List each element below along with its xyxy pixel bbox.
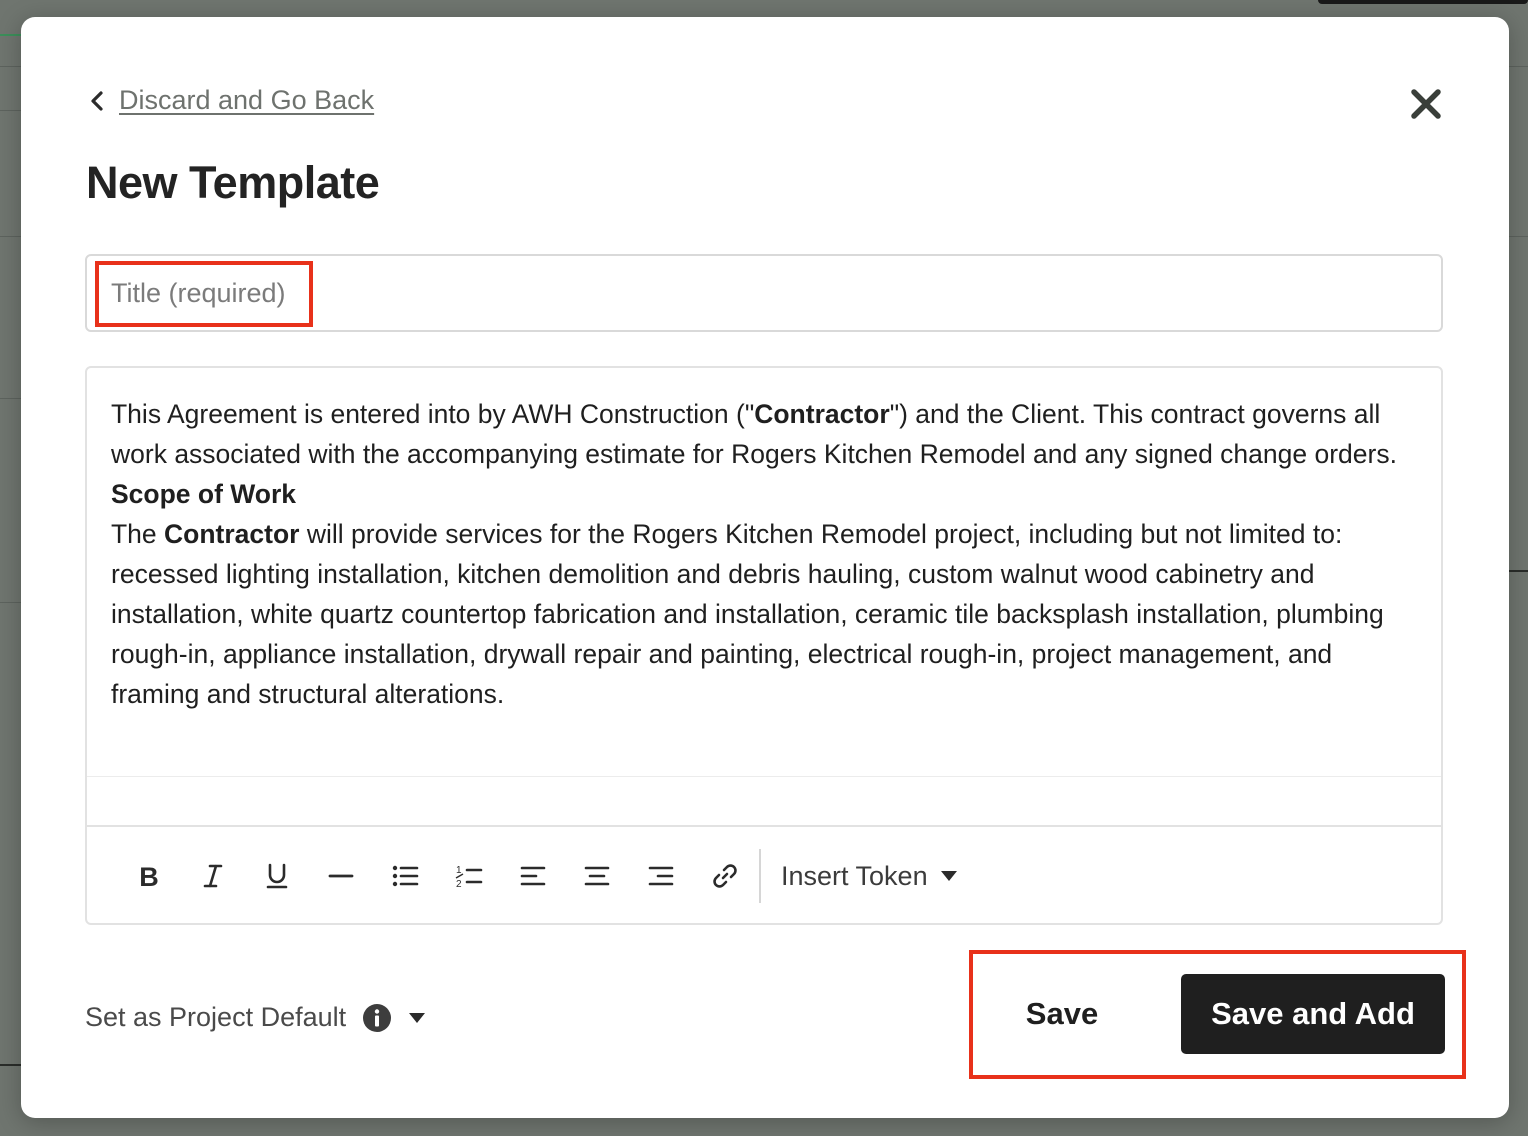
svg-text:B: B bbox=[139, 862, 159, 890]
background-divider bbox=[0, 602, 21, 603]
horizontal-rule-icon[interactable] bbox=[309, 844, 373, 908]
align-center-icon[interactable] bbox=[565, 844, 629, 908]
editor-text: The bbox=[111, 519, 165, 549]
close-icon[interactable] bbox=[1407, 85, 1445, 123]
editor-bold-text: Contractor bbox=[164, 519, 300, 549]
background-divider bbox=[1509, 66, 1528, 67]
align-right-icon[interactable] bbox=[629, 844, 693, 908]
info-icon[interactable] bbox=[362, 1003, 392, 1033]
editor-text: will provide services for the Rogers Kit… bbox=[111, 519, 1384, 709]
bold-icon[interactable]: B bbox=[117, 844, 181, 908]
background-divider bbox=[1509, 570, 1528, 572]
background-divider bbox=[1509, 236, 1528, 237]
save-button[interactable]: Save bbox=[1001, 974, 1123, 1054]
new-template-modal: Discard and Go Back New Template This Ag… bbox=[21, 17, 1509, 1118]
caret-down-icon bbox=[940, 871, 957, 881]
back-link-label: Discard and Go Back bbox=[119, 85, 375, 115]
numbered-list-icon[interactable]: 12 bbox=[437, 844, 501, 908]
background-divider bbox=[0, 236, 21, 237]
background-divider bbox=[0, 398, 21, 399]
set-as-project-default-label: Set as Project Default bbox=[85, 1002, 347, 1032]
link-icon[interactable] bbox=[693, 844, 757, 908]
editor-divider bbox=[87, 776, 1441, 777]
svg-text:2: 2 bbox=[456, 879, 462, 890]
editor-paragraph: This Agreement is entered into by AWH Co… bbox=[111, 394, 1421, 474]
title-input[interactable] bbox=[85, 254, 1443, 332]
italic-icon[interactable] bbox=[181, 844, 245, 908]
chevron-left-icon bbox=[91, 90, 103, 111]
modal-title: New Template bbox=[86, 157, 380, 208]
save-and-add-button[interactable]: Save and Add bbox=[1181, 974, 1445, 1054]
background-divider bbox=[0, 110, 21, 111]
editor-heading: Scope of Work bbox=[111, 474, 1421, 514]
align-left-icon[interactable] bbox=[501, 844, 565, 908]
underline-icon[interactable] bbox=[245, 844, 309, 908]
caret-down-icon[interactable] bbox=[408, 1012, 426, 1024]
background-topbar bbox=[1318, 0, 1528, 4]
toolbar-separator bbox=[759, 849, 761, 903]
editor-content[interactable]: This Agreement is entered into by AWH Co… bbox=[111, 394, 1421, 714]
formatting-toolbar: B 12 Insert Token bbox=[117, 827, 958, 925]
insert-token-dropdown[interactable]: Insert Token bbox=[771, 861, 958, 892]
background-divider bbox=[0, 1064, 21, 1066]
editor-bold-text: Contractor bbox=[754, 399, 890, 429]
project-default-row: Set as Project Default bbox=[85, 1002, 426, 1033]
background-divider bbox=[0, 66, 21, 67]
scope-of-work-heading: Scope of Work bbox=[111, 479, 297, 509]
rich-text-editor[interactable]: This Agreement is entered into by AWH Co… bbox=[85, 366, 1443, 925]
discard-and-go-back-link[interactable]: Discard and Go Back bbox=[87, 85, 374, 116]
editor-text: This Agreement is entered into by AWH Co… bbox=[111, 399, 755, 429]
editor-paragraph: The Contractor will provide services for… bbox=[111, 514, 1421, 714]
insert-token-label: Insert Token bbox=[781, 860, 928, 891]
bullet-list-icon[interactable] bbox=[373, 844, 437, 908]
